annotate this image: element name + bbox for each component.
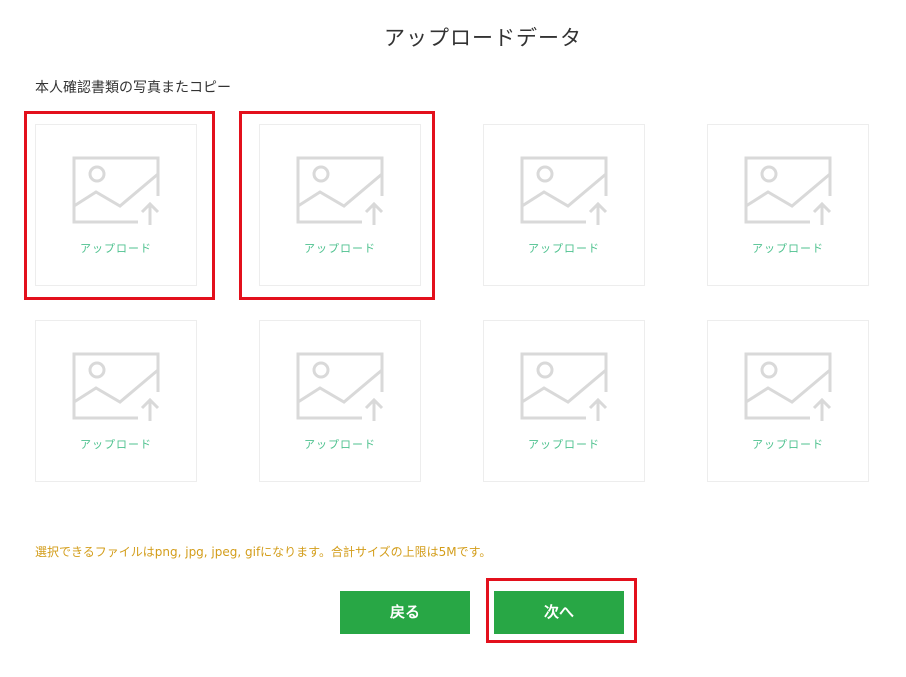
upload-label: アップロード [304, 242, 376, 255]
image-upload-icon [520, 156, 610, 226]
upload-label: アップロード [80, 438, 152, 451]
section-label: 本人確認書類の写真またコピー [35, 80, 231, 96]
upload-tile-2[interactable]: アップロード [259, 124, 421, 286]
upload-label: アップロード [528, 438, 600, 451]
upload-tile-7[interactable]: アップロード [483, 320, 645, 482]
upload-label: アップロード [752, 242, 824, 255]
upload-tile-5[interactable]: アップロード [35, 320, 197, 482]
next-button[interactable]: 次へ [494, 591, 624, 634]
upload-tile-6[interactable]: アップロード [259, 320, 421, 482]
file-type-notice: 選択できるファイルはpng, jpg, jpeg, gifになります。合計サイズ… [35, 545, 492, 559]
page-title: アップロードデータ [384, 26, 582, 50]
upload-label: アップロード [80, 242, 152, 255]
upload-label: アップロード [528, 242, 600, 255]
upload-tile-3[interactable]: アップロード [483, 124, 645, 286]
image-upload-icon [72, 156, 162, 226]
image-upload-icon [72, 352, 162, 422]
upload-label: アップロード [752, 438, 824, 451]
upload-tile-4[interactable]: アップロード [707, 124, 869, 286]
upload-tile-1[interactable]: アップロード [35, 124, 197, 286]
back-button[interactable]: 戻る [340, 591, 470, 634]
image-upload-icon [296, 156, 386, 226]
image-upload-icon [296, 352, 386, 422]
image-upload-icon [744, 156, 834, 226]
image-upload-icon [744, 352, 834, 422]
upload-label: アップロード [304, 438, 376, 451]
image-upload-icon [520, 352, 610, 422]
upload-tile-8[interactable]: アップロード [707, 320, 869, 482]
